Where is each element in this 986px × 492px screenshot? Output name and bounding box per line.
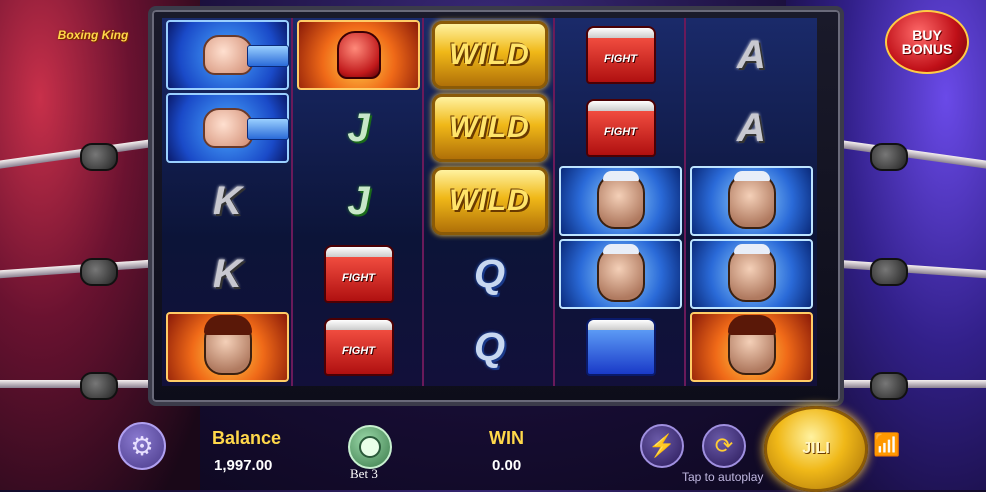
- bet-label: Bet: [350, 466, 369, 481]
- symbol-shorts: FIGHT: [559, 93, 682, 163]
- autoplay-hint: Tap to autoplay: [682, 470, 764, 484]
- reel-5: A A: [686, 18, 817, 386]
- symbol-letter: J: [347, 105, 370, 150]
- reel-grid: K K J J FIGHT FIGHT WILD WILD WILD Q Q F…: [162, 18, 818, 386]
- fight-shorts-icon: FIGHT: [323, 245, 394, 303]
- fist-icon: [202, 108, 289, 148]
- ring-post: [80, 258, 118, 286]
- reel-3: WILD WILD WILD Q Q: [424, 18, 555, 386]
- symbol-letter: K: [213, 251, 242, 296]
- symbol-a: A: [690, 20, 813, 90]
- symbol-glove: [297, 20, 420, 90]
- wild-label: WILD: [449, 111, 530, 144]
- symbol-j: J: [297, 93, 420, 163]
- symbol-letter: Q: [473, 251, 506, 296]
- shorts-label: FIGHT: [342, 345, 375, 357]
- symbol-storm-boxer: [559, 166, 682, 236]
- symbol-letter: K: [213, 178, 242, 223]
- lightning-bolt-icon: ⚡: [648, 433, 676, 458]
- fist-icon: [202, 35, 289, 75]
- reel-4: FIGHT FIGHT: [555, 18, 686, 386]
- symbol-letter: A: [737, 105, 766, 150]
- buy-bonus-button[interactable]: BUY BONUS: [885, 10, 969, 74]
- wild-label: WILD: [449, 38, 530, 71]
- boxer-face-icon: [203, 315, 252, 375]
- symbol-k: K: [166, 166, 289, 236]
- fight-shorts-icon: FIGHT: [585, 26, 656, 84]
- shorts-label: FIGHT: [604, 53, 637, 65]
- reel-2: J J FIGHT FIGHT: [293, 18, 424, 386]
- balance-value: 1,997.00: [214, 457, 273, 474]
- buy-bonus-line1: BUY: [912, 27, 942, 43]
- settings-button[interactable]: ⚙: [118, 422, 166, 470]
- symbol-shorts: FIGHT: [297, 239, 420, 309]
- symbol-wild: WILD: [428, 20, 551, 90]
- wild-badge: WILD: [431, 94, 548, 162]
- gear-icon: ⚙: [130, 431, 154, 461]
- symbol-letter: A: [737, 32, 766, 77]
- old-boxer-face-icon: [727, 171, 776, 229]
- symbol-k: K: [166, 239, 289, 309]
- shorts-label: FIGHT: [342, 272, 375, 284]
- wifi-icon: 📶: [873, 432, 901, 457]
- balance-label: Balance: [212, 428, 282, 448]
- old-boxer-face-icon: [727, 244, 776, 302]
- symbol-fire-boxer: [690, 312, 813, 382]
- symbol-fire-boxer: [166, 312, 289, 382]
- bet-value: 3: [371, 466, 378, 481]
- old-boxer-face-icon: [596, 244, 645, 302]
- ring-post: [870, 143, 908, 171]
- fight-shorts-icon: FIGHT: [323, 318, 394, 376]
- spin-button[interactable]: JILI: [764, 406, 868, 492]
- coins-icon: [359, 436, 381, 458]
- symbol-q: Q: [428, 239, 551, 309]
- symbol-shorts: FIGHT: [297, 312, 420, 382]
- ring-post: [870, 372, 908, 400]
- wild-badge: WILD: [431, 167, 548, 235]
- bet-display: Bet 3: [350, 466, 378, 482]
- ring-post: [80, 372, 118, 400]
- symbol-j: J: [297, 166, 420, 236]
- blue-shorts-icon: [585, 318, 656, 376]
- bet-button[interactable]: [348, 425, 392, 469]
- shorts-label: FIGHT: [604, 126, 637, 138]
- symbol-fist: [166, 93, 289, 163]
- symbol-storm-boxer: [690, 166, 813, 236]
- symbol-shorts: FIGHT: [559, 20, 682, 90]
- symbol-fist: [166, 20, 289, 90]
- ring-post: [870, 258, 908, 286]
- boxer-face-icon: [727, 315, 776, 375]
- symbol-storm-boxer: [690, 239, 813, 309]
- symbol-storm-boxer: [559, 239, 682, 309]
- symbol-letter: J: [347, 178, 370, 223]
- game-logo: Boxing King: [57, 28, 129, 42]
- win-label: WIN: [489, 428, 524, 448]
- reel-1: K K: [162, 18, 293, 386]
- symbol-blue-shorts: [559, 312, 682, 382]
- old-boxer-face-icon: [596, 171, 645, 229]
- symbol-letter: Q: [473, 324, 506, 369]
- boxing-glove-icon: [336, 31, 381, 79]
- win-value: 0.00: [492, 457, 522, 474]
- spin-label: JILI: [802, 440, 830, 457]
- buy-bonus-line2: BONUS: [901, 41, 953, 57]
- turbo-button[interactable]: ⚡: [640, 424, 684, 468]
- autoplay-cycle-icon: ⟳: [714, 433, 734, 458]
- symbol-wild: WILD: [428, 93, 551, 163]
- autoplay-button[interactable]: ⟳: [702, 424, 746, 468]
- ring-post: [80, 143, 118, 171]
- symbol-q: Q: [428, 312, 551, 382]
- symbol-wild: WILD: [428, 166, 551, 236]
- wild-badge: WILD: [431, 21, 548, 89]
- fight-shorts-icon: FIGHT: [585, 99, 656, 157]
- wild-label: WILD: [449, 184, 530, 217]
- symbol-a: A: [690, 93, 813, 163]
